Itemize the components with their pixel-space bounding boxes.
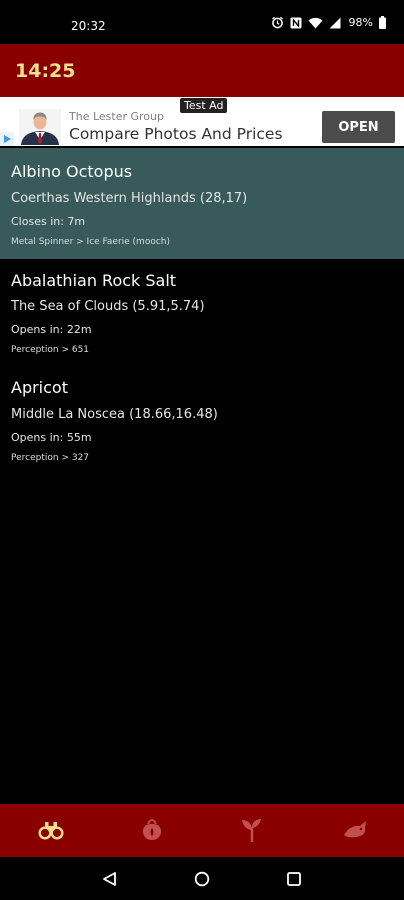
- status-icons: 98%: [271, 16, 386, 29]
- item-timer: Opens in: 55m: [11, 431, 92, 444]
- sprout-icon[interactable]: [236, 814, 268, 846]
- item-name: Apricot: [11, 378, 68, 397]
- item-requirement: Metal Spinner > Ice Faerie (mooch): [11, 237, 170, 247]
- fish-icon[interactable]: [339, 814, 371, 846]
- nfc-icon: [290, 17, 302, 29]
- item-timer: Opens in: 22m: [11, 323, 92, 336]
- ad-open-button[interactable]: OPEN: [322, 111, 395, 143]
- home-icon[interactable]: [191, 868, 213, 890]
- back-icon[interactable]: [99, 868, 121, 890]
- herb-bag-icon[interactable]: [136, 814, 168, 846]
- ad-company[interactable]: The Lester Group: [69, 110, 164, 123]
- battery-icon: [379, 16, 386, 29]
- recents-icon[interactable]: [283, 868, 305, 890]
- item-name: Albino Octopus: [11, 162, 133, 181]
- status-time: 20:32: [71, 19, 106, 33]
- app-bar: 14:25: [0, 44, 404, 97]
- wifi-icon: [308, 17, 323, 29]
- system-navigation-bar: [0, 857, 404, 900]
- battery-percent: 98%: [348, 16, 373, 29]
- item-requirement: Perception > 327: [11, 453, 90, 463]
- alarm-icon: [271, 16, 284, 29]
- ad-banner[interactable]: Test Ad The Lester Group Compare Photos …: [0, 97, 404, 146]
- test-ad-label: Test Ad: [180, 98, 228, 113]
- item-name: Abalathian Rock Salt: [11, 271, 177, 290]
- status-bar: 20:32 98%: [0, 0, 404, 44]
- item-requirement: Perception > 651: [11, 345, 90, 355]
- item-location: The Sea of Clouds (5.91,5.74): [11, 299, 205, 314]
- ad-image[interactable]: [19, 109, 61, 145]
- item-location: Middle La Noscea (18.66,16.48): [11, 407, 218, 422]
- bottom-navigation: [0, 804, 404, 857]
- signal-icon: [329, 17, 341, 29]
- list-item[interactable]: Abalathian Rock Salt The Sea of Clouds (…: [0, 259, 404, 369]
- list-item[interactable]: Albino Octopus Coerthas Western Highland…: [0, 148, 404, 259]
- item-timer: Closes in: 7m: [11, 215, 86, 228]
- ad-choices-icon[interactable]: [0, 132, 14, 146]
- binoculars-icon[interactable]: [35, 814, 67, 846]
- item-location: Coerthas Western Highlands (28,17): [11, 191, 248, 206]
- eorzea-time-title: 14:25: [15, 60, 76, 82]
- ad-headline[interactable]: Compare Photos And Prices: [69, 125, 283, 143]
- list-item[interactable]: Apricot Middle La Noscea (18.66,16.48) O…: [0, 369, 404, 479]
